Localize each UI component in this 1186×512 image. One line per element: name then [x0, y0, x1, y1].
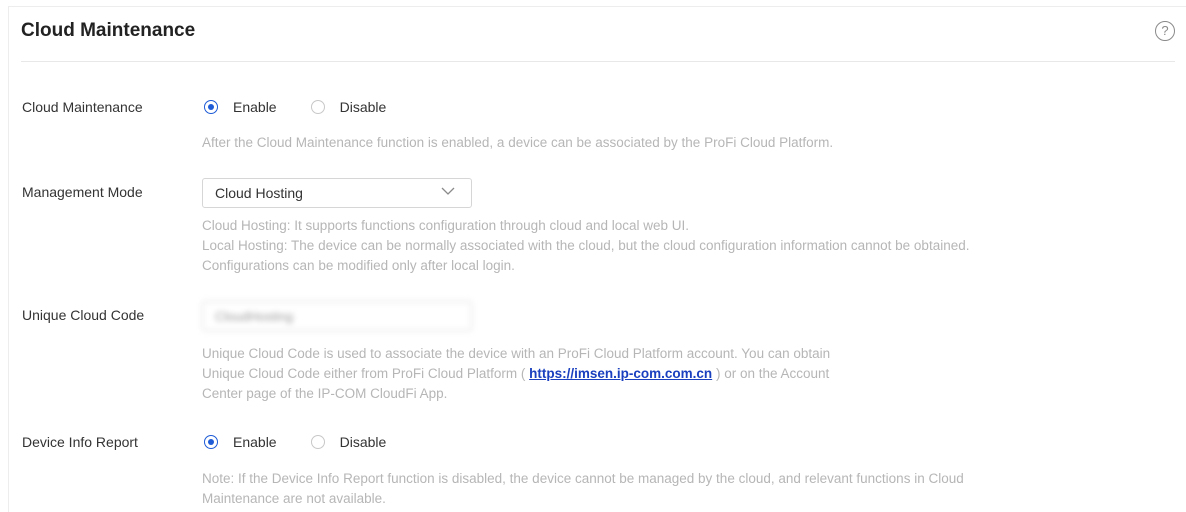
- unique-cloud-code-hint: Unique Cloud Code is used to associate t…: [202, 344, 830, 404]
- management-mode-select[interactable]: Cloud Hosting: [202, 178, 472, 208]
- management-mode-hint: Cloud Hosting: It supports functions con…: [202, 216, 969, 276]
- device-info-report-hint-line: Note: If the Device Info Report function…: [202, 471, 964, 486]
- unique-cloud-code-input[interactable]: [202, 301, 472, 331]
- cloud-maintenance-disable-label: Disable: [339, 99, 387, 115]
- cloud-maintenance-label: Cloud Maintenance: [22, 99, 143, 115]
- cloud-maintenance-panel: Cloud Maintenance ? Cloud Maintenance En…: [8, 6, 1186, 512]
- radio-unchecked-icon[interactable]: [310, 100, 325, 114]
- radio-checked-icon[interactable]: [204, 435, 218, 449]
- management-mode-hint-line: Configurations can be modified only afte…: [202, 258, 515, 273]
- device-info-report-radio-group: Enable Disable: [204, 432, 420, 452]
- radio-checked-icon[interactable]: [204, 100, 218, 114]
- device-info-report-enable-option[interactable]: Enable: [204, 434, 277, 450]
- profi-cloud-link[interactable]: https://imsen.ip-com.com.cn: [529, 366, 712, 381]
- unique-cloud-code-hint-line: Center page of the IP-COM CloudFi App.: [202, 386, 448, 401]
- device-info-report-hint: Note: If the Device Info Report function…: [202, 469, 964, 509]
- radio-unchecked-icon[interactable]: [310, 435, 325, 449]
- device-info-report-enable-label: Enable: [233, 434, 277, 450]
- panel-header: Cloud Maintenance ?: [21, 17, 1175, 62]
- unique-cloud-code-hint-line: Unique Cloud Code is used to associate t…: [202, 346, 831, 361]
- cloud-maintenance-disable-option[interactable]: Disable: [310, 99, 387, 115]
- device-info-report-hint-line: Maintenance are not available.: [202, 491, 386, 506]
- cloud-maintenance-enable-option[interactable]: Enable: [204, 99, 277, 115]
- management-mode-hint-line: Cloud Hosting: It supports functions con…: [202, 218, 690, 233]
- unique-cloud-code-label: Unique Cloud Code: [22, 307, 145, 323]
- device-info-report-disable-label: Disable: [339, 434, 387, 450]
- management-mode-label: Management Mode: [22, 184, 143, 200]
- cloud-maintenance-radio-group: Enable Disable: [204, 97, 420, 117]
- cloud-maintenance-enable-label: Enable: [233, 99, 277, 115]
- page-title: Cloud Maintenance: [21, 20, 196, 41]
- unique-cloud-code-hint-line: Unique Cloud Code either from ProFi Clou…: [202, 366, 830, 381]
- device-info-report-label: Device Info Report: [22, 434, 138, 450]
- management-mode-hint-line: Local Hosting: The device can be normall…: [202, 238, 970, 253]
- cloud-maintenance-hint: After the Cloud Maintenance function is …: [202, 135, 834, 150]
- chevron-down-icon: [441, 187, 455, 195]
- device-info-report-disable-option[interactable]: Disable: [310, 434, 387, 450]
- help-icon[interactable]: ?: [1155, 21, 1175, 41]
- management-mode-value: Cloud Hosting: [215, 185, 303, 201]
